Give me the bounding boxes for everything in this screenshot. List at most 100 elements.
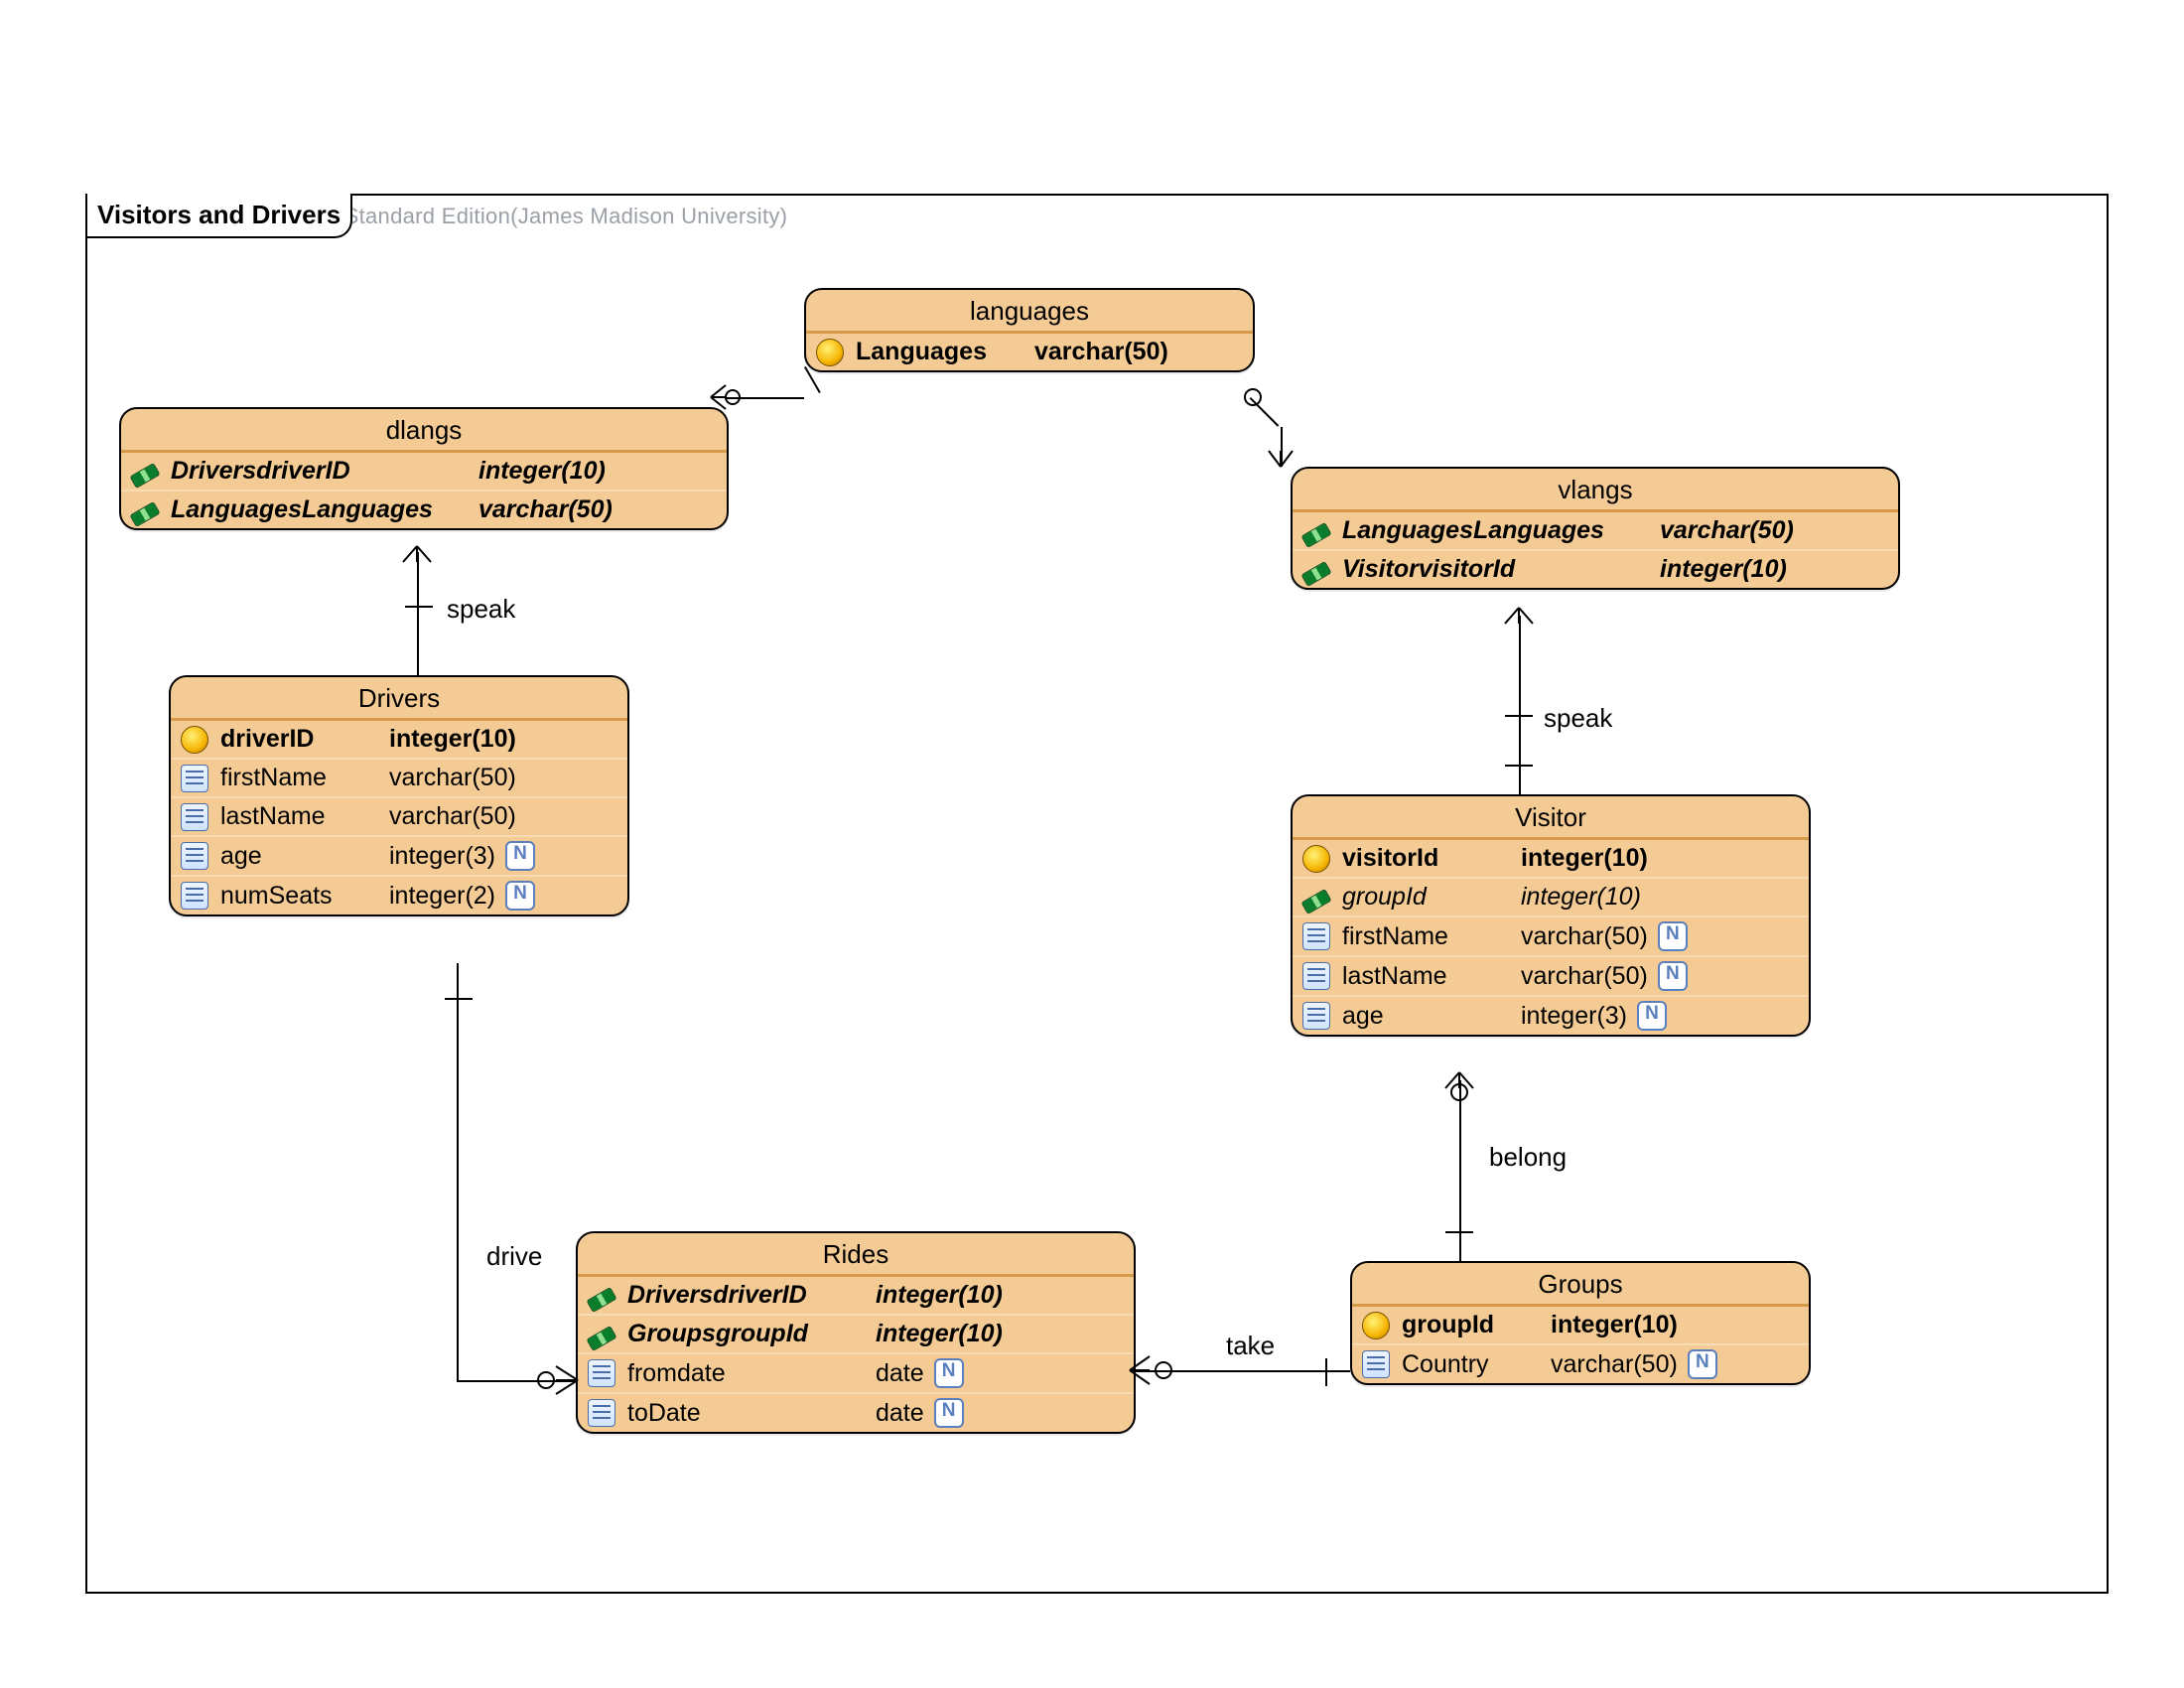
connector bbox=[1519, 616, 1521, 794]
connector bbox=[457, 963, 459, 1380]
column-name: visitorId bbox=[1342, 844, 1521, 873]
circle-icon bbox=[1243, 387, 1263, 407]
column-name: driverID bbox=[220, 725, 389, 754]
foreign-key-icon bbox=[586, 1286, 616, 1312]
relation-label: speak bbox=[1544, 703, 1612, 734]
column-row: firstNamevarchar(50) N bbox=[1293, 915, 1809, 955]
column-name: toDate bbox=[627, 1399, 876, 1428]
tick bbox=[1505, 765, 1533, 767]
relation-label: belong bbox=[1489, 1142, 1567, 1173]
crow-foot-icon bbox=[556, 1366, 582, 1396]
column-name: lastName bbox=[220, 802, 389, 831]
column-name: LanguagesLanguages bbox=[171, 495, 478, 524]
column-row: DriversdriverIDinteger(10) bbox=[121, 453, 727, 490]
column-type: integer(10) bbox=[389, 725, 516, 754]
tick bbox=[1325, 1358, 1327, 1386]
nullable-badge: N bbox=[1688, 1349, 1717, 1379]
relation-label: take bbox=[1226, 1331, 1275, 1361]
column-name: groupId bbox=[1402, 1311, 1551, 1339]
column-icon bbox=[1302, 1002, 1330, 1030]
column-row: LanguagesLanguagesvarchar(50) bbox=[1293, 512, 1898, 549]
tick bbox=[1445, 1231, 1473, 1233]
column-type: varchar(50) bbox=[478, 495, 613, 524]
column-type: integer(10) bbox=[876, 1281, 1003, 1310]
foreign-key-icon bbox=[586, 1325, 616, 1350]
foreign-key-icon bbox=[1300, 521, 1331, 547]
column-row: DriversdriverIDinteger(10) bbox=[578, 1277, 1134, 1314]
column-name: Country bbox=[1402, 1350, 1551, 1379]
foreign-key-icon bbox=[1300, 888, 1331, 914]
column-type: varchar(50) bbox=[1551, 1350, 1678, 1379]
entity-vlangs[interactable]: vlangs LanguagesLanguagesvarchar(50)Visi… bbox=[1291, 467, 1900, 590]
column-type: integer(10) bbox=[1551, 1311, 1678, 1339]
column-row: GroupsgroupIdinteger(10) bbox=[578, 1314, 1134, 1352]
column-type: integer(10) bbox=[478, 457, 606, 486]
nullable-badge: N bbox=[505, 881, 535, 911]
column-name: DriversdriverID bbox=[627, 1281, 876, 1310]
column-row: groupIdinteger(10) bbox=[1293, 877, 1809, 915]
column-type: date bbox=[876, 1359, 924, 1388]
column-row: toDatedateN bbox=[578, 1392, 1134, 1432]
column-row: VisitorvisitorIdinteger(10) bbox=[1293, 549, 1898, 588]
column-row: lastNamevarchar(50) bbox=[171, 796, 627, 835]
connector bbox=[417, 552, 419, 675]
relation-label: drive bbox=[486, 1241, 542, 1272]
column-icon bbox=[181, 882, 208, 910]
tick bbox=[405, 606, 433, 608]
frame-title: Visitors and Drivers bbox=[85, 194, 352, 238]
column-row: Languagesvarchar(50) bbox=[806, 334, 1253, 370]
relation-label: speak bbox=[447, 594, 515, 625]
primary-key-icon bbox=[816, 339, 844, 366]
entity-languages[interactable]: languages Languagesvarchar(50) bbox=[804, 288, 1255, 372]
entity-title: Drivers bbox=[171, 677, 627, 721]
circle-icon bbox=[536, 1370, 556, 1390]
column-row: numSeatsinteger(2)N bbox=[171, 875, 627, 914]
column-name: fromdate bbox=[627, 1359, 876, 1388]
column-type: date bbox=[876, 1399, 924, 1428]
crow-foot-icon bbox=[1269, 451, 1298, 477]
entity-groups[interactable]: Groups groupIdinteger(10)Countryvarchar(… bbox=[1350, 1261, 1811, 1385]
nullable-badge: N bbox=[1658, 921, 1688, 951]
primary-key-icon bbox=[1362, 1312, 1390, 1339]
nullable-badge: N bbox=[1637, 1001, 1667, 1031]
column-name: groupId bbox=[1342, 883, 1521, 912]
entity-drivers[interactable]: Drivers driverIDinteger(10) firstNamevarc… bbox=[169, 675, 629, 916]
column-row: groupIdinteger(10) bbox=[1352, 1307, 1809, 1343]
column-type: varchar(50) bbox=[1521, 922, 1648, 951]
foreign-key-icon bbox=[1300, 560, 1331, 586]
column-icon bbox=[181, 803, 208, 831]
column-name: firstName bbox=[220, 764, 389, 792]
entity-title: dlangs bbox=[121, 409, 727, 453]
entity-title: languages bbox=[806, 290, 1253, 334]
entity-title: Rides bbox=[578, 1233, 1134, 1277]
crow-foot-icon bbox=[1128, 1356, 1154, 1386]
entity-visitor[interactable]: Visitor visitorIdinteger(10)groupIdinteg… bbox=[1291, 794, 1811, 1037]
column-type: varchar(50) bbox=[1034, 338, 1168, 366]
column-name: numSeats bbox=[220, 882, 389, 911]
column-name: age bbox=[1342, 1002, 1521, 1031]
column-name: DriversdriverID bbox=[171, 457, 478, 486]
column-row: LanguagesLanguagesvarchar(50) bbox=[121, 490, 727, 528]
column-name: age bbox=[220, 842, 389, 871]
column-type: integer(10) bbox=[876, 1320, 1003, 1348]
crow-foot-icon bbox=[1505, 606, 1535, 628]
entity-rides[interactable]: Rides DriversdriverIDinteger(10)Groupsgr… bbox=[576, 1231, 1136, 1434]
nullable-badge: N bbox=[505, 841, 535, 871]
nullable-badge: N bbox=[934, 1358, 964, 1388]
column-type: integer(3) bbox=[389, 842, 495, 871]
column-name: lastName bbox=[1342, 962, 1521, 991]
foreign-key-icon bbox=[129, 462, 160, 488]
column-row: ageinteger(3) N bbox=[171, 835, 627, 875]
column-row: firstNamevarchar(50) bbox=[171, 758, 627, 796]
column-type: integer(3) bbox=[1521, 1002, 1627, 1031]
column-icon bbox=[1362, 1350, 1390, 1378]
column-name: VisitorvisitorId bbox=[1342, 555, 1660, 584]
column-row: Countryvarchar(50) N bbox=[1352, 1343, 1809, 1383]
column-name: GroupsgroupId bbox=[627, 1320, 876, 1348]
column-icon bbox=[181, 842, 208, 870]
column-type: varchar(50) bbox=[1521, 962, 1648, 991]
column-icon bbox=[1302, 962, 1330, 990]
entity-dlangs[interactable]: dlangs DriversdriverIDinteger(10)Languag… bbox=[119, 407, 729, 530]
column-name: firstName bbox=[1342, 922, 1521, 951]
column-row: visitorIdinteger(10) bbox=[1293, 840, 1809, 877]
